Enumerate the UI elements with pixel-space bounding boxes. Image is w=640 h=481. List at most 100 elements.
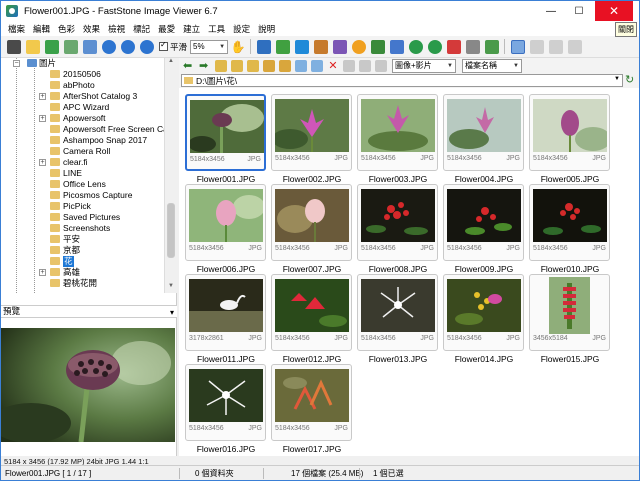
menu-item[interactable]: 工具 — [204, 23, 229, 35]
menu-item[interactable]: 檢視 — [104, 23, 129, 35]
compare-icon[interactable] — [275, 39, 290, 54]
thumbnail-image[interactable] — [275, 369, 349, 422]
file-filter-select[interactable]: 圖像+影片 ▼ — [392, 58, 456, 73]
thumbnail-image[interactable] — [275, 99, 349, 152]
thumbnail-image[interactable] — [275, 189, 349, 242]
slideshow-icon[interactable] — [256, 39, 271, 54]
thumbnail-image[interactable] — [361, 99, 435, 152]
chevron-down-icon[interactable]: ▼ — [614, 76, 620, 82]
expand-icon[interactable]: + — [39, 269, 46, 276]
color-adjust-icon[interactable] — [351, 39, 366, 54]
crop-icon[interactable] — [332, 39, 347, 54]
thumbnail-image[interactable] — [189, 369, 263, 422]
thumbnail-image[interactable] — [447, 189, 521, 242]
close-button[interactable]: ✕ — [595, 1, 633, 21]
thumbnail-card[interactable]: 5184x3456 JPG — [271, 274, 352, 351]
thumbnail-card[interactable]: 3456x5184 JPG — [529, 274, 610, 351]
tree-scrollbar[interactable]: ▲ ▼ — [164, 58, 177, 293]
thumbnail-filename[interactable]: Flower008.JPG — [355, 264, 441, 274]
move-to-folder-icon[interactable] — [279, 59, 291, 72]
thumbnail-image[interactable] — [361, 279, 435, 332]
scroll-down-icon[interactable]: ▼ — [165, 283, 177, 293]
menu-item[interactable]: 編輯 — [29, 23, 54, 35]
thumbnail-card[interactable]: 5184x3456 JPG — [443, 274, 524, 351]
sort-select[interactable]: 檔案名稱 ▼ — [462, 58, 522, 73]
thumbnail-card[interactable]: 5184x3456 JPG — [271, 94, 352, 171]
menu-item[interactable]: 說明 — [254, 23, 279, 35]
thumbnail-size-icon[interactable] — [359, 59, 371, 72]
thumbnail-image[interactable] — [189, 279, 263, 332]
preview-layout-icon[interactable] — [567, 39, 582, 54]
edit-icon[interactable] — [294, 39, 309, 54]
actual-size-icon[interactable] — [139, 39, 154, 54]
new-folder-icon[interactable] — [231, 59, 243, 72]
resize-icon[interactable] — [313, 39, 328, 54]
thumbnail-card[interactable]: 5184x3456 JPG — [271, 184, 352, 261]
hand-tool-icon[interactable]: ✋ — [231, 40, 246, 54]
folder-tree[interactable]: − 圖片 20150506 abPhoto + AfterShot Catalog 3… — [1, 58, 177, 293]
thumbnail-card[interactable]: 5184x3456 JPG — [443, 94, 524, 171]
thumbnail-filename[interactable]: Flower016.JPG — [183, 444, 269, 454]
thumbnail-filename[interactable]: Flower005.JPG — [527, 174, 613, 184]
rename-icon[interactable] — [389, 39, 404, 54]
copy-icon[interactable] — [295, 59, 307, 72]
thumbnail-image[interactable] — [533, 99, 607, 152]
menu-item[interactable]: 建立 — [179, 23, 204, 35]
expand-icon[interactable]: + — [39, 159, 46, 166]
thumbnail-card[interactable]: 3178x2861 JPG — [185, 274, 266, 351]
menu-item[interactable]: 效果 — [79, 23, 104, 35]
minimize-button[interactable]: — — [537, 1, 565, 21]
menu-item[interactable]: 檔案 — [4, 23, 29, 35]
thumbnail-layout-icon[interactable] — [510, 39, 525, 54]
thumbnail-filename[interactable]: Flower007.JPG — [269, 264, 355, 274]
copy-to-folder-icon[interactable] — [263, 59, 275, 72]
thumbnail-filename[interactable]: Flower011.JPG — [183, 354, 269, 364]
collapse-icon[interactable]: − — [13, 60, 20, 67]
menu-item[interactable]: 設定 — [229, 23, 254, 35]
scroll-thumb[interactable] — [167, 203, 175, 258]
scroll-up-icon[interactable]: ▲ — [165, 58, 177, 68]
rotate-right-icon[interactable] — [427, 39, 442, 54]
expand-icon[interactable]: + — [39, 93, 46, 100]
paste-icon[interactable] — [311, 59, 323, 72]
expand-icon[interactable]: + — [39, 115, 46, 122]
thumbnail-image[interactable] — [447, 279, 521, 332]
thumbnail-image[interactable] — [275, 279, 349, 332]
thumbnail-card[interactable]: 5184x3456 JPG — [443, 184, 524, 261]
menu-item[interactable]: 色彩 — [54, 23, 79, 35]
email-icon[interactable] — [484, 39, 499, 54]
thumbnail-card[interactable]: 5184x3456 JPG — [185, 364, 266, 441]
rotate-left-icon[interactable] — [408, 39, 423, 54]
thumbnail-image[interactable] — [190, 100, 264, 153]
thumbnail-card[interactable]: 5184x3456 JPG — [271, 364, 352, 441]
menu-item[interactable]: 最愛 — [154, 23, 179, 35]
thumbnail-filename[interactable]: Flower014.JPG — [441, 354, 527, 364]
thumbnail-filename[interactable]: Flower017.JPG — [269, 444, 355, 454]
details-layout-icon[interactable] — [548, 39, 563, 54]
back-arrow-icon[interactable]: ⬅ — [183, 60, 195, 72]
thumbnail-card[interactable]: 5184x3456 JPG — [357, 94, 438, 171]
fullscreen-icon[interactable] — [82, 39, 97, 54]
thumbnail-filename[interactable]: Flower015.JPG — [527, 354, 613, 364]
thumbnail-filename[interactable]: Flower004.JPG — [441, 174, 527, 184]
pin-icon[interactable]: ▾ — [170, 307, 174, 318]
browser-layout-icon[interactable] — [529, 39, 544, 54]
thumbnail-image[interactable] — [447, 99, 521, 152]
path-input[interactable]: D:\圖片\花\ ▼ — [181, 74, 623, 87]
thumbnail-card[interactable]: 5184x3456 JPG — [529, 94, 610, 171]
select-all-icon[interactable] — [343, 59, 355, 72]
thumbnail-filename[interactable]: Flower013.JPG — [355, 354, 441, 364]
thumbnail-card[interactable]: 5184x3456 JPG — [357, 274, 438, 351]
favorites-icon[interactable] — [44, 39, 59, 54]
thumbnail-card[interactable]: 5184x3456 JPG — [185, 94, 266, 171]
thumbnail-filename[interactable]: Flower009.JPG — [441, 264, 527, 274]
thumbnail-filename[interactable]: Flower010.JPG — [527, 264, 613, 274]
smooth-checkbox[interactable]: 平滑 — [159, 40, 187, 53]
thumbnail-filename[interactable]: Flower002.JPG — [269, 174, 355, 184]
thumbnail-image[interactable] — [549, 277, 590, 334]
thumbnail-card[interactable]: 5184x3456 JPG — [529, 184, 610, 261]
up-folder-icon[interactable] — [215, 59, 227, 72]
forward-arrow-icon[interactable]: ➡ — [199, 60, 211, 72]
thumbnail-image[interactable] — [533, 189, 607, 242]
maximize-button[interactable]: ☐ — [565, 1, 593, 21]
